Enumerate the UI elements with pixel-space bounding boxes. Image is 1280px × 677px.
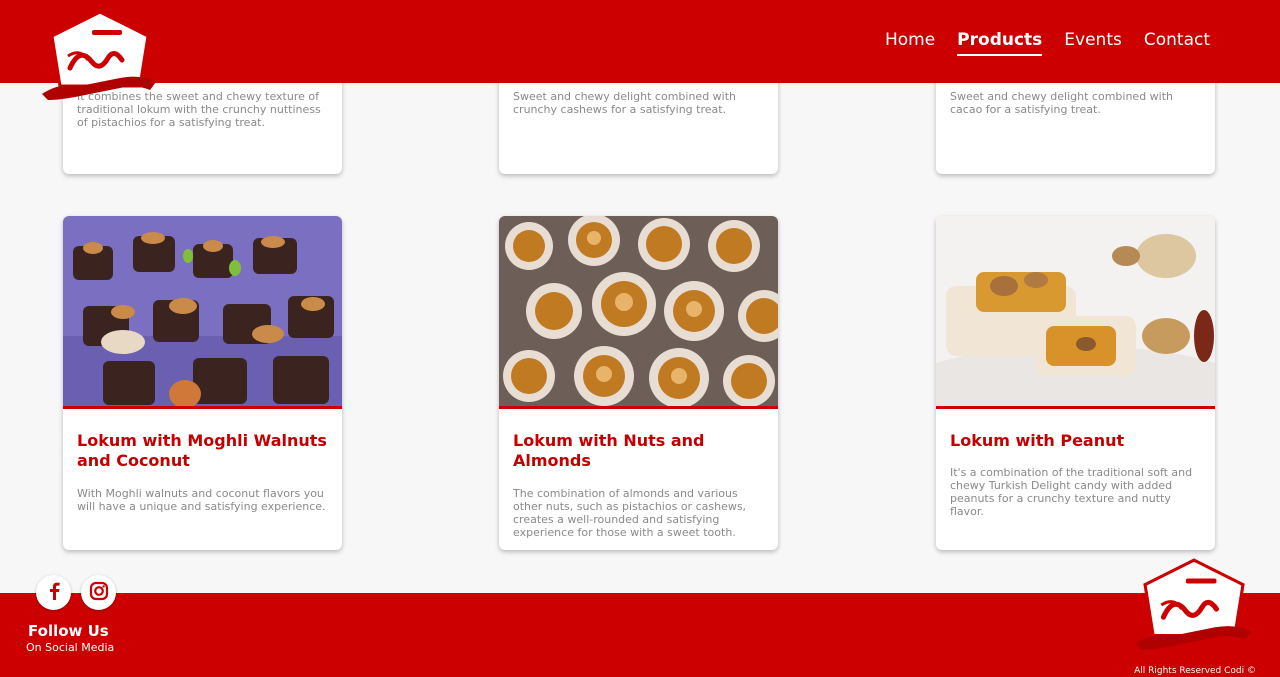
- product-title: Lokum with Peanut: [950, 431, 1125, 450]
- product-title: Lokum with Nuts and Almonds: [513, 431, 705, 470]
- site-header: Home Products Events Contact: [0, 0, 1280, 83]
- product-card[interactable]: Lokum with Nuts and Almonds The combinat…: [499, 216, 778, 550]
- product-card[interactable]: Lokum with Peanut It's a combination of …: [936, 216, 1215, 550]
- follow-title: Follow Us: [28, 622, 109, 640]
- site-footer: [0, 593, 1280, 677]
- brand-logo[interactable]: [40, 8, 158, 106]
- nav-home[interactable]: Home: [885, 30, 935, 56]
- product-card[interactable]: Lokum with Moghli Walnuts and Coconut Wi…: [63, 216, 342, 550]
- product-title: Lokum with Moghli Walnuts and Coconut: [77, 431, 327, 470]
- instagram-icon: [89, 581, 109, 605]
- product-image: [63, 216, 342, 409]
- copyright-text: All Rights Reserved Codi ©: [1134, 666, 1256, 676]
- nav-contact[interactable]: Contact: [1144, 30, 1210, 56]
- follow-subtitle: On Social Media: [26, 641, 115, 654]
- facebook-icon: [46, 582, 62, 604]
- main-nav: Home Products Events Contact: [885, 30, 1210, 56]
- facebook-link[interactable]: [36, 575, 71, 610]
- product-image: [499, 216, 778, 409]
- product-image: [936, 216, 1215, 409]
- nav-events[interactable]: Events: [1064, 30, 1122, 56]
- instagram-link[interactable]: [81, 575, 116, 610]
- nav-products[interactable]: Products: [957, 30, 1043, 56]
- product-description: Sweet and chewy delight combined with ca…: [950, 90, 1174, 116]
- footer-logo: [1132, 556, 1254, 656]
- product-description: With Moghli walnuts and coconut flavors …: [77, 487, 326, 513]
- product-description: The combination of almonds and various o…: [513, 487, 747, 539]
- product-description: It's a combination of the traditional so…: [950, 466, 1193, 518]
- product-description: Sweet and chewy delight combined with cr…: [513, 90, 737, 116]
